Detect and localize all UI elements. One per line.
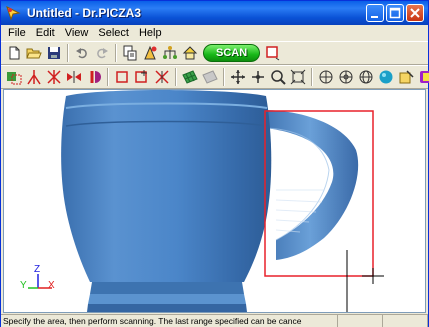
title-bar[interactable]: Untitled - Dr.PICZA3: [1, 1, 428, 25]
grid-icon[interactable]: [182, 69, 198, 85]
menu-select[interactable]: Select: [93, 25, 134, 41]
maximize-button[interactable]: [386, 4, 404, 22]
3d-viewport[interactable]: Z Y X: [3, 89, 426, 313]
color-icon[interactable]: [418, 69, 429, 85]
rotate-y-icon[interactable]: [338, 69, 354, 85]
toolbar-separator: [175, 68, 177, 86]
print-setup-icon[interactable]: [122, 45, 138, 61]
rotate-z-icon[interactable]: [358, 69, 374, 85]
open-folder-icon[interactable]: [26, 45, 42, 61]
scanned-cup-model: [28, 90, 384, 312]
point-icon[interactable]: [26, 69, 42, 85]
app-window: Untitled - Dr.PICZA3 File Edit View Sele…: [0, 0, 429, 327]
new-file-icon[interactable]: [6, 45, 22, 61]
minimize-button[interactable]: [366, 4, 384, 22]
axis-label-z: Z: [34, 264, 41, 275]
rotate-x-icon[interactable]: [318, 69, 334, 85]
axis-label-x: X: [48, 280, 55, 291]
main-toolbar: SCAN: [1, 41, 428, 65]
window-controls: [366, 4, 424, 22]
menu-bar: File Edit View Select Help: [1, 25, 428, 41]
toolbar-separator: [67, 44, 69, 62]
scissor-icon[interactable]: [154, 69, 170, 85]
toolbar-separator: [311, 68, 313, 86]
save-icon[interactable]: [46, 45, 62, 61]
pan-icon[interactable]: [250, 69, 266, 85]
app-icon: [5, 5, 21, 21]
status-pane: [383, 315, 428, 327]
close-button[interactable]: [406, 4, 424, 22]
axis-label-y: Y: [20, 280, 27, 291]
minimize-icon: [371, 16, 378, 18]
status-text: Specify the area, then perform scanning.…: [1, 315, 338, 327]
zoom-icon[interactable]: [270, 69, 286, 85]
view-toolbar: [1, 65, 429, 89]
shaded-icon[interactable]: [378, 69, 394, 85]
menu-help[interactable]: Help: [134, 25, 167, 41]
toolbar-separator: [223, 68, 225, 86]
select-area-icon[interactable]: [6, 69, 22, 85]
tree-icon[interactable]: [162, 45, 178, 61]
undo-icon[interactable]: [74, 45, 90, 61]
status-bar: Specify the area, then perform scanning.…: [1, 314, 428, 327]
house-icon[interactable]: [182, 45, 198, 61]
toolbar-separator: [115, 44, 117, 62]
window-title: Untitled - Dr.PICZA3: [27, 6, 142, 20]
surface-icon[interactable]: [202, 69, 218, 85]
maximize-icon: [389, 7, 401, 19]
crop-plus-icon[interactable]: [134, 69, 150, 85]
mesh-icon[interactable]: [46, 69, 62, 85]
material-icon[interactable]: [398, 69, 414, 85]
menu-edit[interactable]: Edit: [31, 25, 60, 41]
menu-view[interactable]: View: [60, 25, 94, 41]
fit-icon[interactable]: [290, 69, 306, 85]
move-icon[interactable]: [230, 69, 246, 85]
menu-file[interactable]: File: [3, 25, 31, 41]
close-icon: [410, 8, 420, 18]
scan-settings-icon[interactable]: [142, 45, 158, 61]
scan-button[interactable]: SCAN: [203, 44, 261, 62]
crop-icon[interactable]: [114, 69, 130, 85]
mirror-icon[interactable]: [66, 69, 82, 85]
redo-icon[interactable]: [94, 45, 110, 61]
flip-icon[interactable]: [86, 69, 102, 85]
stop-icon[interactable]: [265, 45, 281, 61]
status-pane: [338, 315, 383, 327]
toolbar-separator: [107, 68, 109, 86]
